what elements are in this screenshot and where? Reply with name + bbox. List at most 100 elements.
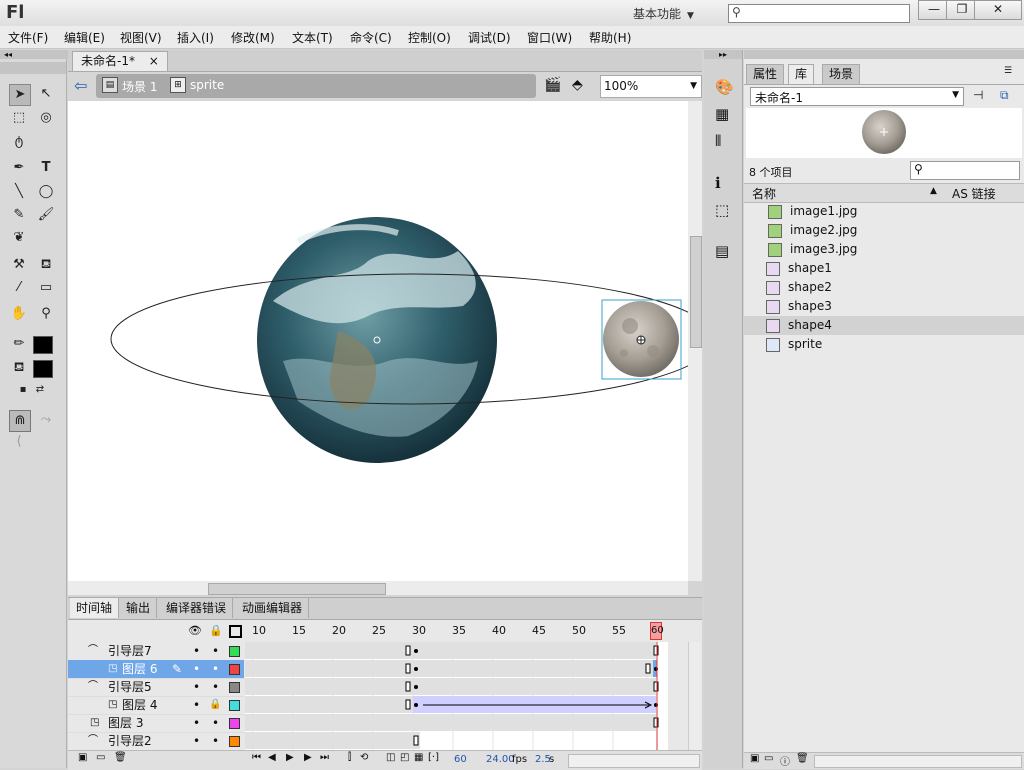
tab-timeline[interactable]: 时间轴 <box>70 598 120 618</box>
menu-insert[interactable]: 插入(I) <box>177 29 214 46</box>
new-layer-icon[interactable]: ▣ <box>78 752 87 763</box>
subselection-tool-icon[interactable]: ↖ <box>36 84 56 104</box>
straighten-icon[interactable]: ⟨ <box>9 432 29 452</box>
breadcrumb-symbol[interactable]: sprite <box>190 78 224 92</box>
close-button[interactable]: ✕ <box>974 0 1022 20</box>
menu-file[interactable]: 文件(F) <box>8 29 48 46</box>
last-frame-icon[interactable]: ⏭ <box>320 752 329 763</box>
column-linkage[interactable]: AS 链接 <box>952 185 996 202</box>
center-frame-icon[interactable]: ⫿ <box>348 752 351 763</box>
align-panel-icon[interactable]: ⫴ <box>715 132 721 150</box>
new-symbol-icon[interactable]: ▣ <box>750 753 759 764</box>
fill-color-swatch[interactable] <box>33 360 53 378</box>
stage-vertical-scrollbar[interactable] <box>688 101 702 581</box>
visible-dot[interactable]: • <box>193 696 200 714</box>
free-transform-tool-icon[interactable]: ⬚ <box>9 108 29 128</box>
frame-ruler[interactable]: 10 15 20 25 30 35 40 45 50 55 60 <box>245 620 668 640</box>
menu-commands[interactable]: 命令(C) <box>350 29 392 46</box>
eye-icon[interactable]: 👁 <box>188 624 202 637</box>
color-panel-icon[interactable]: 🎨 <box>715 78 734 96</box>
library-item[interactable]: shape1 <box>744 259 1024 278</box>
pencil-tool-icon[interactable]: ✎ <box>9 205 29 225</box>
layer-color-swatch[interactable] <box>229 646 240 657</box>
breadcrumb-scene[interactable]: 场景 1 <box>122 78 157 95</box>
library-item[interactable]: shape2 <box>744 278 1024 297</box>
sort-up-icon[interactable]: ▲ <box>930 186 937 196</box>
menu-modify[interactable]: 修改(M) <box>231 29 275 46</box>
library-item[interactable]: shape3 <box>744 297 1024 316</box>
library-item-selected[interactable]: shape4 <box>744 316 1024 335</box>
scroll-thumb[interactable] <box>208 583 386 595</box>
library-document-select[interactable]: 未命名-1 ▼ <box>750 87 964 106</box>
deco-tool-icon[interactable]: ❦ <box>9 228 29 248</box>
frames-grid[interactable] <box>245 642 668 750</box>
properties-icon[interactable]: ⓘ <box>780 753 790 768</box>
menu-control[interactable]: 控制(O) <box>408 29 451 46</box>
panel-header-bar[interactable] <box>744 50 1024 59</box>
stage-horizontal-scrollbar[interactable] <box>68 581 688 595</box>
workspace-switcher[interactable]: 基本功能 ▼ <box>633 5 694 22</box>
back-arrow-icon[interactable]: ⇦ <box>74 76 87 95</box>
tools-drag-bar[interactable] <box>0 62 66 74</box>
oval-tool-icon[interactable]: ◯ <box>36 182 56 202</box>
outline-icon[interactable] <box>229 625 242 638</box>
text-tool-icon[interactable]: T <box>36 158 56 178</box>
earth-image[interactable] <box>257 217 497 463</box>
lock-dot[interactable]: • <box>212 660 219 678</box>
3d-rotation-tool-icon[interactable]: ◎ <box>36 108 56 128</box>
new-folder-icon[interactable]: ▭ <box>96 752 105 763</box>
visible-dot[interactable]: • <box>193 732 200 750</box>
selection-tool-icon[interactable]: ➤ <box>9 84 31 106</box>
panel-collapse-icon[interactable]: ◂◂ <box>0 50 70 59</box>
layer-row-selected[interactable]: ◳ 图层 6 ✎ • • <box>68 660 244 679</box>
bone-tool-icon[interactable]: ⚒ <box>9 255 29 275</box>
swap-colors-icon[interactable]: ⇄ <box>30 380 50 400</box>
pin-icon[interactable]: ⊣ <box>973 88 983 102</box>
visible-dot[interactable]: • <box>193 642 200 660</box>
library-horizontal-scrollbar[interactable] <box>814 755 1022 768</box>
zoom-tool-icon[interactable]: ⚲ <box>36 304 56 324</box>
line-tool-icon[interactable]: ╲ <box>9 182 29 202</box>
stroke-color-swatch[interactable] <box>33 336 53 354</box>
menu-view[interactable]: 视图(V) <box>120 29 162 46</box>
visible-dot[interactable]: • <box>193 714 200 732</box>
scroll-thumb[interactable] <box>690 236 702 348</box>
fill-color-icon[interactable]: ⛾ <box>9 358 29 378</box>
lock-dot[interactable]: • <box>212 732 219 750</box>
column-name[interactable]: 名称 <box>752 185 776 202</box>
document-tab[interactable]: 未命名-1* × <box>72 51 168 71</box>
library-item[interactable]: image3.jpg <box>744 240 1024 259</box>
layer-row[interactable]: ⌒ 引导层2 • • <box>68 732 244 751</box>
menu-debug[interactable]: 调试(D) <box>468 29 511 46</box>
layer-color-swatch[interactable] <box>229 736 240 747</box>
onion-skin-icon[interactable]: ◫ <box>386 752 395 763</box>
smooth-icon[interactable]: ⤳ <box>36 410 56 430</box>
menu-edit[interactable]: 编辑(E) <box>64 29 105 46</box>
trash-icon[interactable]: 🗑 <box>796 753 809 764</box>
library-item[interactable]: image2.jpg <box>744 221 1024 240</box>
timeline-horizontal-scrollbar[interactable] <box>568 754 700 768</box>
eyedropper-tool-icon[interactable]: ⁄ <box>9 278 29 298</box>
menu-window[interactable]: 窗口(W) <box>527 29 572 46</box>
library-search-input[interactable]: ⚲ <box>910 161 1020 180</box>
brush-tool-icon[interactable]: 🖌 <box>36 205 56 225</box>
layer-row[interactable]: ⌒ 引导层5 • • <box>68 678 244 697</box>
eraser-tool-icon[interactable]: ▭ <box>36 278 56 298</box>
info-panel-icon[interactable]: ℹ <box>715 174 721 192</box>
layer-row[interactable]: ⌒ 引导层7 • • <box>68 642 244 661</box>
playhead[interactable]: 60 <box>650 622 664 640</box>
paint-bucket-tool-icon[interactable]: ⛾ <box>36 255 56 275</box>
tab-output[interactable]: 输出 <box>120 598 158 618</box>
edit-symbols-icon[interactable]: ⬘ <box>572 77 583 93</box>
lock-dot[interactable]: • <box>212 642 219 660</box>
snap-to-objects-icon[interactable]: ⋒ <box>9 410 31 432</box>
menu-help[interactable]: 帮助(H) <box>589 29 631 46</box>
new-library-panel-icon[interactable]: ⧉ <box>1000 88 1009 103</box>
close-icon[interactable]: × <box>149 54 159 68</box>
layer-row[interactable]: ◳ 图层 4 • 🔒 <box>68 696 244 715</box>
swatches-panel-icon[interactable]: ▦ <box>715 105 729 123</box>
edit-scene-icon[interactable]: 🎬 <box>544 77 561 93</box>
onion-outline-icon[interactable]: ◰ <box>400 752 409 763</box>
moon-image[interactable] <box>601 299 682 380</box>
lock-dot[interactable]: • <box>212 714 219 732</box>
